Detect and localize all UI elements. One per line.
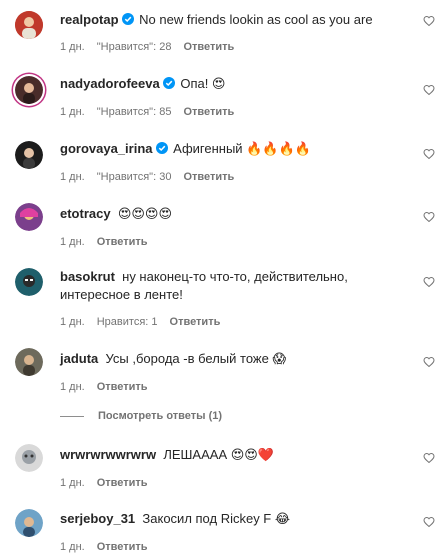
reply-button[interactable]: Ответить: [97, 236, 148, 248]
comment-username[interactable]: gorovaya_irina: [60, 141, 153, 156]
reply-button[interactable]: Ответить: [170, 316, 221, 328]
comment-body: etotracy 😍😍😍😍: [60, 205, 400, 223]
comment-body: wrwrwrwwrwrw ЛЕШАААА 😍😍❤️: [60, 446, 400, 464]
thread-line: [60, 415, 84, 417]
comment-meta: 1 дн. "Нравится": 30 Ответить: [60, 171, 246, 183]
comment-meta: 1 дн. Ответить: [60, 477, 160, 489]
like-heart-icon[interactable]: [423, 276, 435, 288]
comment-meta: 1 дн. "Нравится": 28 Ответить: [60, 41, 246, 53]
comment-meta: 1 дн. Ответить: [60, 381, 160, 393]
comment-body: realpotap No new friends lookin as cool …: [60, 11, 400, 29]
comment-text: No new friends lookin as cool as you are: [139, 12, 373, 27]
like-heart-icon[interactable]: [423, 452, 435, 464]
comment-username[interactable]: realpotap: [60, 12, 119, 27]
reply-button[interactable]: Ответить: [183, 106, 234, 118]
comment-time[interactable]: 1 дн.: [60, 477, 85, 489]
comment-likes[interactable]: "Нравится": 28: [97, 41, 172, 53]
comment-time[interactable]: 1 дн.: [60, 381, 85, 393]
like-heart-icon[interactable]: [423, 356, 435, 368]
avatar[interactable]: [15, 76, 43, 104]
verified-icon: [162, 77, 175, 89]
avatar[interactable]: [15, 141, 43, 169]
comment-username[interactable]: etotracy: [60, 206, 111, 221]
reply-button[interactable]: Ответить: [183, 41, 234, 53]
comment-likes[interactable]: Нравится: 1: [97, 316, 158, 328]
reply-button[interactable]: Ответить: [183, 171, 234, 183]
comment-time[interactable]: 1 дн.: [60, 41, 85, 53]
reply-button[interactable]: Ответить: [97, 477, 148, 489]
reply-button[interactable]: Ответить: [97, 381, 148, 393]
comment-text: Закосил под Rickey F 😂: [142, 511, 291, 526]
comment-meta: 1 дн. Нравится: 1 Ответить: [60, 316, 232, 328]
like-heart-icon[interactable]: [423, 211, 435, 223]
comment-text: Афигенный 🔥🔥🔥🔥: [173, 141, 311, 156]
like-heart-icon[interactable]: [423, 15, 435, 27]
verified-icon: [121, 13, 134, 25]
comment-likes[interactable]: "Нравится": 30: [97, 171, 172, 183]
avatar[interactable]: [15, 268, 43, 296]
comment-username[interactable]: nadyadorofeeva: [60, 76, 160, 91]
avatar[interactable]: [15, 444, 43, 472]
reply-button[interactable]: Ответить: [97, 541, 148, 553]
view-replies-label: Посмотреть ответы (1): [98, 410, 223, 422]
comment-time[interactable]: 1 дн.: [60, 106, 85, 118]
comment-username[interactable]: wrwrwrwwrwrw: [60, 447, 156, 462]
comment-body: serjeboy_31 Закосил под Rickey F 😂: [60, 510, 400, 528]
comment-time[interactable]: 1 дн.: [60, 171, 85, 183]
avatar[interactable]: [15, 203, 43, 231]
like-heart-icon[interactable]: [423, 84, 435, 96]
comment-body: jaduta Усы ,борода -в белый тоже 😱: [60, 350, 400, 368]
comment-time[interactable]: 1 дн.: [60, 541, 85, 553]
avatar[interactable]: [15, 348, 43, 376]
comment-text: 😍😍😍😍: [117, 206, 173, 221]
comment-body: nadyadorofeeva Опа! 😍: [60, 75, 400, 93]
view-replies-button[interactable]: Посмотреть ответы (1): [60, 410, 222, 422]
like-heart-icon[interactable]: [423, 516, 435, 528]
comment-username[interactable]: basokrut: [60, 269, 115, 284]
comment-username[interactable]: jaduta: [60, 351, 98, 366]
comment-text: Опа! 😍: [180, 76, 226, 91]
comment-meta: 1 дн. Ответить: [60, 541, 160, 553]
comment-text: Усы ,борода -в белый тоже 😱: [105, 351, 286, 366]
avatar[interactable]: [15, 509, 43, 537]
comment-time[interactable]: 1 дн.: [60, 316, 85, 328]
comment-body: basokrut ну наконец-то что-то, действите…: [60, 268, 400, 304]
comment-text: ЛЕШАААА 😍😍❤️: [163, 447, 275, 462]
comment-likes[interactable]: "Нравится": 85: [97, 106, 172, 118]
like-heart-icon[interactable]: [423, 148, 435, 160]
comment-meta: 1 дн. Ответить: [60, 236, 160, 248]
verified-icon: [155, 142, 168, 154]
avatar[interactable]: [15, 11, 43, 39]
comment-body: gorovaya_irina Афигенный 🔥🔥🔥🔥: [60, 140, 400, 158]
comment-username[interactable]: serjeboy_31: [60, 511, 135, 526]
comment-meta: 1 дн. "Нравится": 85 Ответить: [60, 106, 246, 118]
comment-time[interactable]: 1 дн.: [60, 236, 85, 248]
